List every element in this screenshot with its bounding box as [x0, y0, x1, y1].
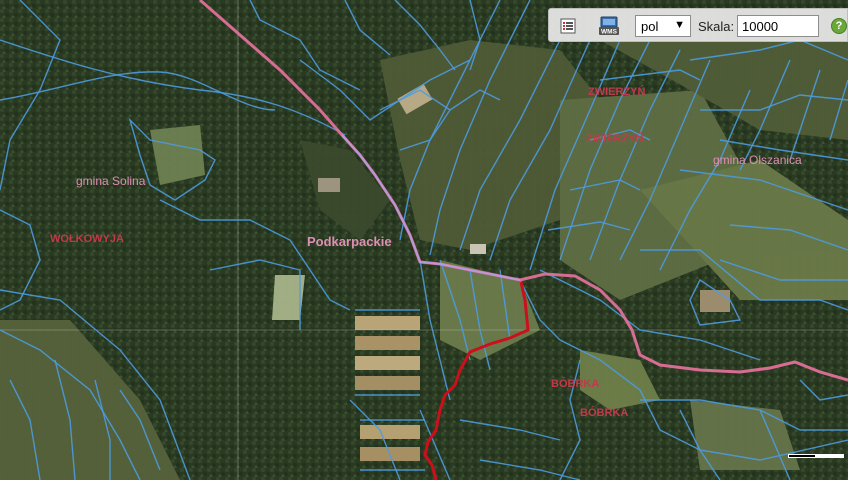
map-toolbar: WMS pol ▼ Skala: ?: [548, 8, 848, 42]
help-icon[interactable]: ?: [831, 18, 847, 34]
label-gmina-solina: gmina Solina: [76, 174, 146, 188]
language-value: pol: [641, 18, 659, 34]
wms-icon-label: WMS: [601, 29, 618, 36]
label-wolkowyja: WOŁKOWYJA: [50, 233, 124, 245]
chevron-down-icon: ▼: [674, 19, 685, 31]
label-gmina-olszanica: gmina Olszanica: [713, 153, 802, 167]
language-select[interactable]: pol ▼: [635, 15, 691, 37]
label-bobrka-1: BÓBRKA: [551, 377, 599, 390]
wms-icon[interactable]: WMS: [597, 15, 621, 37]
scale-bar: [788, 454, 844, 462]
scale-label: Skala:: [698, 19, 735, 34]
label-bobrka-2: BÓBRKA: [580, 406, 628, 419]
label-podkarpackie: Podkarpackie: [307, 234, 392, 249]
scale-input[interactable]: [737, 15, 819, 37]
label-zwierzyn-1: ZWIERZYŃ: [588, 85, 645, 98]
map-canvas[interactable]: gmina Solina WOŁKOWYJA Podkarpackie ZWIE…: [0, 0, 848, 480]
list-icon[interactable]: [557, 15, 579, 37]
label-zwierzyn-2: ZWIERZYŃ: [586, 132, 643, 145]
